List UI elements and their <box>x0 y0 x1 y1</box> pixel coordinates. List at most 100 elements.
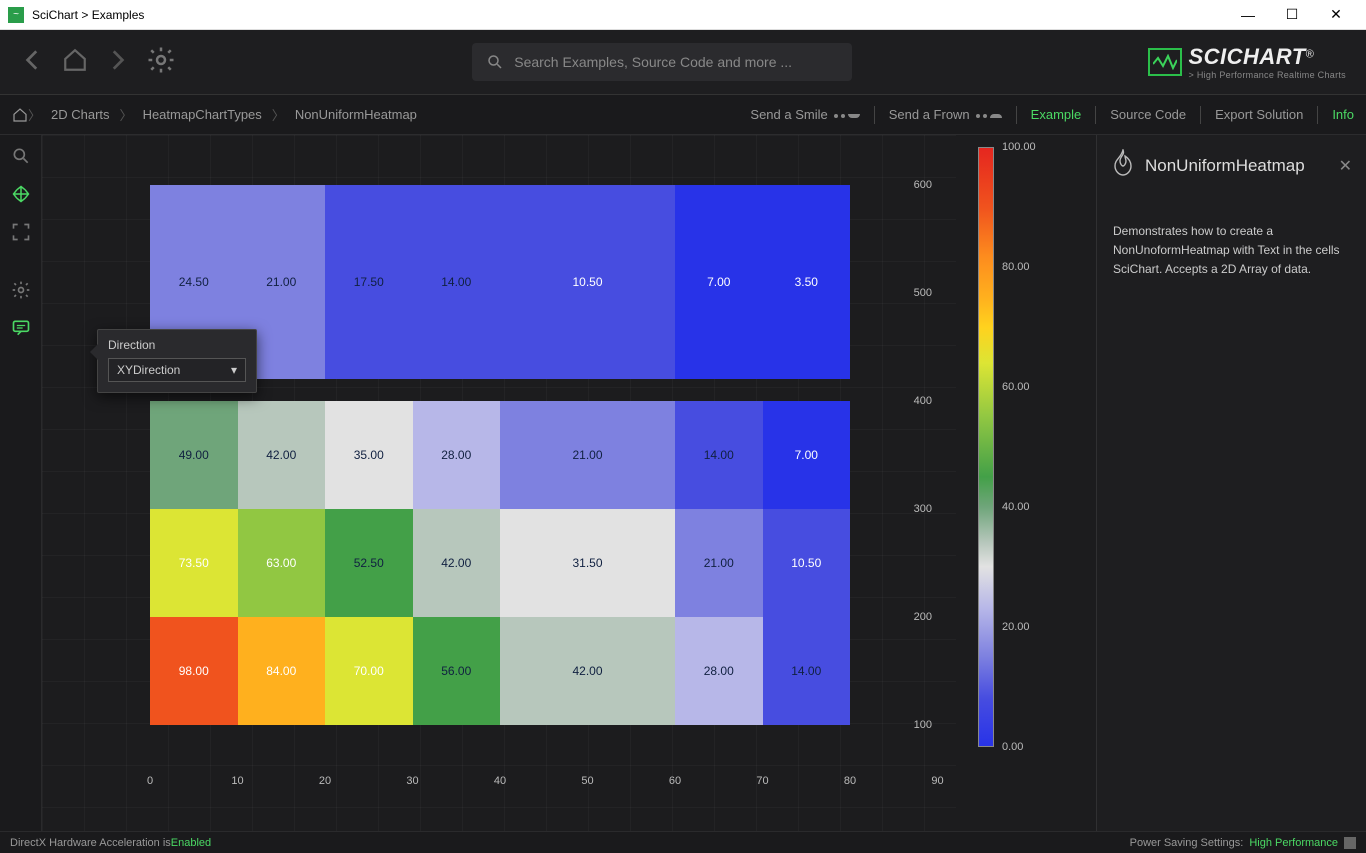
heatmap-cell: 3.50 <box>763 185 851 379</box>
direction-panel: Direction XYDirection ▾ <box>97 329 257 393</box>
tab-export-solution[interactable]: Export Solution <box>1215 107 1303 122</box>
gear-tool[interactable] <box>8 277 34 303</box>
x-tick: 60 <box>669 775 681 787</box>
search-placeholder: Search Examples, Source Code and more ..… <box>514 54 792 70</box>
x-tick: 40 <box>494 775 506 787</box>
heatmap-cell: 7.00 <box>763 401 851 509</box>
heatmap-cell: 21.00 <box>500 401 675 509</box>
heatmap-cell: 52.50 <box>325 509 413 617</box>
power-settings-button[interactable] <box>1344 837 1356 849</box>
x-tick: 30 <box>406 775 418 787</box>
heatmap-cell: 42.00 <box>413 509 501 617</box>
status-bar: DirectX Hardware Acceleration is Enabled… <box>0 831 1366 853</box>
x-tick: 0 <box>147 775 153 787</box>
y-tick: 300 <box>914 503 932 515</box>
send-smile-link[interactable]: Send a Smile <box>750 107 859 122</box>
y-tick: 400 <box>914 395 932 407</box>
home-button[interactable] <box>62 47 88 78</box>
heatmap-cell: 7.00 <box>675 185 763 379</box>
y-tick: 600 <box>914 179 932 191</box>
heatmap-cell: 70.00 <box>325 617 413 725</box>
x-tick: 80 <box>844 775 856 787</box>
minimize-button[interactable]: — <box>1226 0 1270 30</box>
colorbar-tick: 20.00 <box>1002 621 1030 633</box>
x-tick: 90 <box>931 775 943 787</box>
app-icon: ~ <box>8 7 24 23</box>
fullscreen-tool[interactable] <box>8 219 34 245</box>
heatmap-cell: 42.00 <box>238 401 326 509</box>
info-close-button[interactable]: ✕ <box>1339 156 1352 176</box>
direction-label: Direction <box>108 338 246 352</box>
heatmap-cell: 10.50 <box>500 185 675 379</box>
tab-source-code[interactable]: Source Code <box>1110 107 1186 122</box>
tab-example[interactable]: Example <box>1031 107 1082 122</box>
x-tick: 50 <box>581 775 593 787</box>
heatmap-cell: 84.00 <box>238 617 326 725</box>
colorbar-tick: 40.00 <box>1002 501 1030 513</box>
logo-mark-icon <box>1148 48 1182 76</box>
x-tick: 10 <box>231 775 243 787</box>
y-tick: 500 <box>914 287 932 299</box>
breadcrumb-home-icon[interactable] <box>12 107 28 123</box>
window-title: SciChart > Examples <box>32 8 144 22</box>
window-titlebar: ~ SciChart > Examples — ☐ ✕ <box>0 0 1366 30</box>
search-icon <box>486 53 504 71</box>
breadcrumb-item[interactable]: NonUniformHeatmap <box>285 107 427 122</box>
heatmap-cell: 42.00 <box>500 617 675 725</box>
heatmap-cell: 73.50 <box>150 509 238 617</box>
y-tick: 200 <box>914 611 932 623</box>
forward-button[interactable] <box>104 47 130 78</box>
heatmap-cell: 31.50 <box>500 509 675 617</box>
maximize-button[interactable]: ☐ <box>1270 0 1314 30</box>
y-axis: 100 200 300 400 500 600 <box>862 165 932 745</box>
x-tick: 70 <box>756 775 768 787</box>
colorbar-tick: 60.00 <box>1002 381 1030 393</box>
x-tick: 20 <box>319 775 331 787</box>
y-tick: 100 <box>914 719 932 731</box>
tool-sidebar <box>0 135 42 831</box>
info-body: Demonstrates how to create a NonUnoformH… <box>1097 192 1366 310</box>
heatmap-cell: 21.00 <box>675 509 763 617</box>
heatmap-cell: 35.00 <box>325 401 413 509</box>
heatmap-cell: 56.00 <box>413 617 501 725</box>
search-input[interactable]: Search Examples, Source Code and more ..… <box>472 43 852 81</box>
colorbar-tick: 100.00 <box>1002 141 1036 153</box>
brand-text: SCICHART <box>1188 44 1305 69</box>
back-button[interactable] <box>20 47 46 78</box>
tab-info[interactable]: Info <box>1332 107 1354 122</box>
settings-button[interactable] <box>146 45 176 80</box>
pan-tool[interactable] <box>8 181 34 207</box>
heatmap-cell: 98.00 <box>150 617 238 725</box>
chevron-down-icon: ▾ <box>231 363 237 377</box>
comment-tool[interactable] <box>8 315 34 341</box>
top-nav: Search Examples, Source Code and more ..… <box>0 30 1366 95</box>
x-axis: 0102030405060708090 <box>122 775 912 795</box>
heatmap-cell: 49.00 <box>150 401 238 509</box>
colorbar-tick: 0.00 <box>1002 741 1023 753</box>
chart-area[interactable]: 98.0084.0070.0056.0042.0028.0014.0073.50… <box>42 135 956 831</box>
breadcrumb-bar: 〉 2D Charts 〉 HeatmapChartTypes 〉 NonUni… <box>0 95 1366 135</box>
heatmap-cell: 14.00 <box>763 617 851 725</box>
info-panel: NonUniformHeatmap ✕ Demonstrates how to … <box>1096 135 1366 831</box>
heatmap-cell: 14.00 <box>413 185 501 379</box>
zoom-tool[interactable] <box>8 143 34 169</box>
heatmap-cell: 14.00 <box>675 401 763 509</box>
breadcrumb-item[interactable]: 2D Charts <box>41 107 120 122</box>
send-frown-link[interactable]: Send a Frown <box>889 107 1002 122</box>
breadcrumb-item[interactable]: HeatmapChartTypes <box>133 107 272 122</box>
colorbar-area: 100.00 80.00 60.00 40.00 20.00 0.00 <box>956 135 1096 831</box>
colorbar-tick: 80.00 <box>1002 261 1030 273</box>
brand-subtext: > High Performance Realtime Charts <box>1188 70 1346 80</box>
heatmap: 98.0084.0070.0056.0042.0028.0014.0073.50… <box>150 185 850 725</box>
brand-logo: SCICHART® > High Performance Realtime Ch… <box>1148 44 1346 80</box>
heatmap-cell: 10.50 <box>763 509 851 617</box>
heatmap-cell: 28.00 <box>675 617 763 725</box>
direction-dropdown[interactable]: XYDirection ▾ <box>108 358 246 382</box>
heatmap-cell: 28.00 <box>413 401 501 509</box>
heatmap-cell: 63.00 <box>238 509 326 617</box>
flame-icon <box>1111 149 1135 182</box>
heatmap-cell: 17.50 <box>325 185 413 379</box>
close-button[interactable]: ✕ <box>1314 0 1358 30</box>
info-title: NonUniformHeatmap <box>1145 156 1305 176</box>
colorbar <box>978 147 994 747</box>
